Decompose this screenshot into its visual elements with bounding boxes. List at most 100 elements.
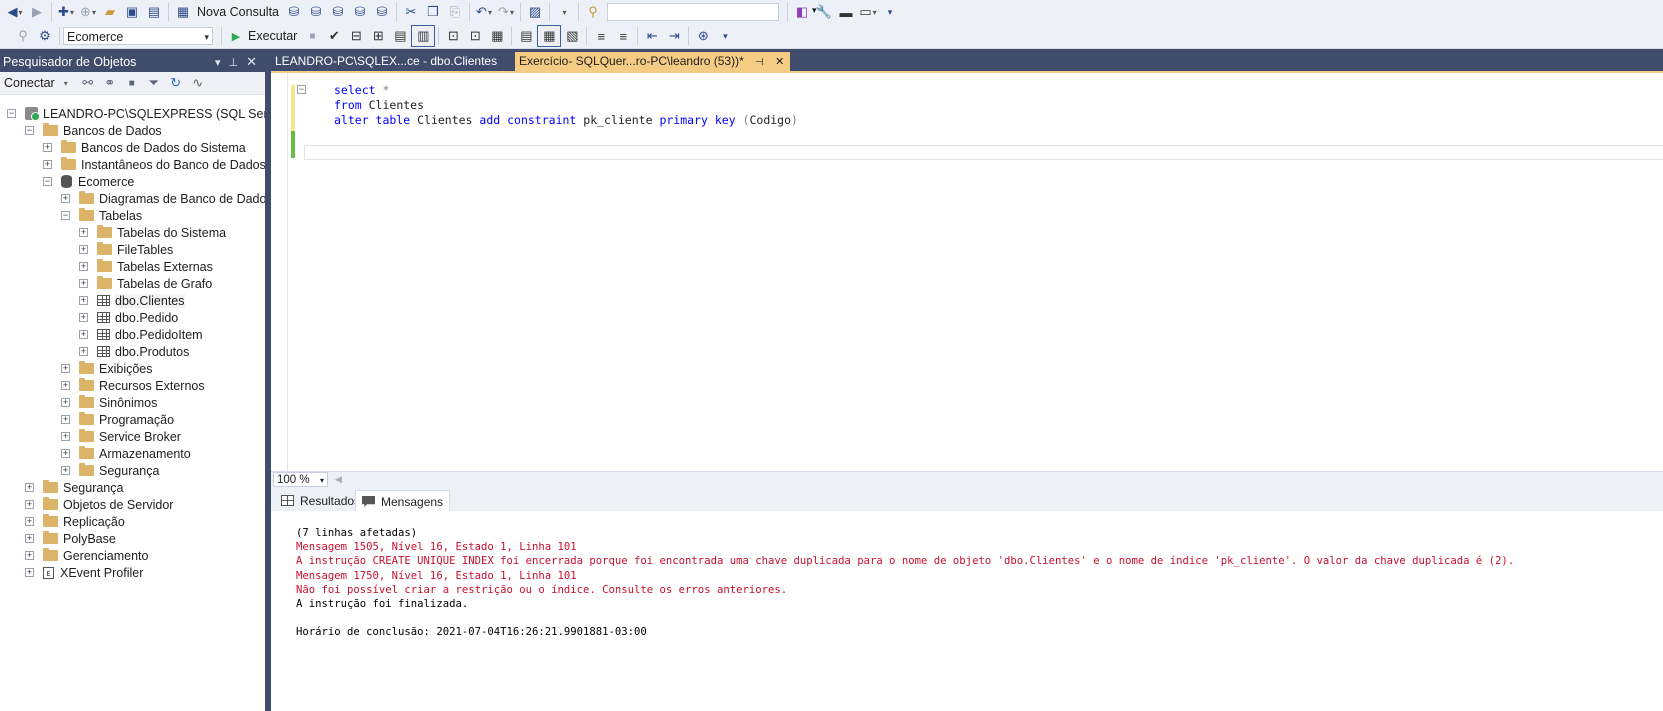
copy-icon[interactable]: ❐: [422, 2, 444, 22]
filter-icon[interactable]: ⏷: [143, 73, 165, 93]
collapse-region-icon[interactable]: −: [297, 85, 306, 94]
results-to-grid-icon[interactable]: ▥: [411, 25, 436, 47]
expand-icon[interactable]: +: [79, 313, 88, 322]
tree-item[interactable]: + Segurança: [61, 462, 159, 479]
add-item-icon[interactable]: ⊕: [77, 2, 99, 22]
stop-icon[interactable]: ■: [301, 26, 323, 46]
pin-icon[interactable]: ⊣: [755, 57, 764, 68]
dmx-query-icon[interactable]: ⛁: [327, 2, 349, 22]
save-all-icon[interactable]: ▤: [143, 2, 165, 22]
expand-icon[interactable]: +: [79, 330, 88, 339]
scroll-left-icon[interactable]: ◀: [335, 474, 342, 485]
tree-item[interactable]: + Objetos de Servidor: [25, 496, 173, 513]
display-plan-icon[interactable]: ⊟: [345, 26, 367, 46]
window-position-icon[interactable]: ▾: [215, 56, 221, 69]
pin-icon[interactable]: ⊥: [229, 56, 239, 69]
search-combobox[interactable]: [607, 3, 779, 21]
expand-icon[interactable]: +: [61, 466, 70, 475]
expand-icon[interactable]: +: [25, 517, 34, 526]
tree-item[interactable]: + Instantâneos do Banco de Dados: [43, 156, 266, 173]
tree-item[interactable]: + Sinônimos: [61, 394, 157, 411]
solution-config-icon[interactable]: [553, 2, 575, 22]
new-project-icon[interactable]: ✚: [55, 2, 77, 22]
expand-icon[interactable]: +: [61, 398, 70, 407]
expand-icon[interactable]: +: [61, 194, 70, 203]
intellisense-icon[interactable]: ⊛: [692, 26, 714, 46]
tree-item[interactable]: − Ecomerce: [43, 173, 134, 190]
database-selector[interactable]: Ecomerce ▾: [63, 27, 213, 45]
indent-icon[interactable]: ⇥: [663, 26, 685, 46]
expand-icon[interactable]: +: [79, 296, 88, 305]
tree-item[interactable]: + Tabelas de Grafo: [79, 275, 212, 292]
expand-icon[interactable]: +: [61, 432, 70, 441]
expand-icon[interactable]: +: [61, 415, 70, 424]
expand-icon[interactable]: +: [25, 483, 34, 492]
close-icon[interactable]: ✕: [246, 54, 257, 70]
expand-icon[interactable]: +: [79, 347, 88, 356]
collapse-icon[interactable]: −: [61, 211, 70, 220]
connect-icon[interactable]: ⚯: [77, 73, 99, 93]
search-dropdown-icon[interactable]: ▾: [812, 5, 817, 16]
tab-query-editor[interactable]: Exercício- SQLQuer...ro-PC\leandro (53))…: [515, 52, 791, 71]
open-file-icon[interactable]: ▰: [99, 2, 121, 22]
xmla-query-icon[interactable]: ⛁: [349, 2, 371, 22]
change-connection-icon[interactable]: ⚙: [34, 26, 56, 46]
close-icon[interactable]: ✕: [775, 56, 784, 68]
stop-icon[interactable]: ■: [121, 73, 143, 93]
toolbar-overflow-icon-2[interactable]: ▾: [714, 26, 736, 46]
connect-icon[interactable]: ⚲: [12, 26, 34, 46]
query-editor[interactable]: − select * from Clientes alter table Clien…: [271, 71, 1663, 473]
uncomment-icon[interactable]: ≡: [612, 26, 634, 46]
expand-icon[interactable]: +: [25, 551, 34, 560]
tree-item[interactable]: + dbo.Clientes: [79, 292, 185, 309]
results-to-text-icon[interactable]: ▤: [389, 26, 411, 46]
database-engine-query-icon[interactable]: ⛁: [283, 2, 305, 22]
forward-icon[interactable]: ▶: [26, 2, 48, 22]
expand-icon[interactable]: +: [79, 262, 88, 271]
include-plan-icon[interactable]: ⊡: [442, 26, 464, 46]
activity-monitor-icon[interactable]: ▨: [524, 2, 546, 22]
command-window-icon[interactable]: ▭: [857, 2, 879, 22]
collapse-icon[interactable]: −: [7, 109, 16, 118]
tree-item[interactable]: + Exibições: [61, 360, 153, 377]
expand-icon[interactable]: +: [79, 228, 88, 237]
tree-item[interactable]: + Programação: [61, 411, 174, 428]
back-icon[interactable]: ◀: [4, 2, 26, 22]
expand-icon[interactable]: +: [61, 381, 70, 390]
comment-icon[interactable]: ≡: [590, 26, 612, 46]
visual-studio-icon[interactable]: ◧: [791, 2, 813, 22]
connect-button[interactable]: Conectar: [4, 76, 55, 90]
mdx-query-icon[interactable]: ⛁: [305, 2, 327, 22]
refresh-icon[interactable]: ↻: [165, 73, 187, 93]
tree-item[interactable]: + FileTables: [79, 241, 173, 258]
expand-icon[interactable]: +: [61, 449, 70, 458]
find-icon[interactable]: ⚲: [582, 2, 604, 22]
parse-icon[interactable]: ✔: [323, 26, 345, 46]
live-statistics-icon[interactable]: ⊡: [464, 26, 486, 46]
undo-icon[interactable]: ↶: [473, 2, 495, 22]
new-query-icon[interactable]: ▦: [172, 2, 194, 22]
tree-item[interactable]: + Gerenciamento: [25, 547, 148, 564]
tree-item[interactable]: + Tabelas do Sistema: [79, 224, 226, 241]
expand-icon[interactable]: +: [43, 143, 52, 152]
tree-item[interactable]: + Bancos de Dados do Sistema: [43, 139, 246, 156]
tree-item[interactable]: − Tabelas: [61, 207, 142, 224]
tree-item[interactable]: + dbo.Produtos: [79, 343, 189, 360]
activity-icon[interactable]: ∿: [187, 73, 209, 93]
expand-icon[interactable]: +: [25, 500, 34, 509]
results-file-icon[interactable]: ▧: [561, 26, 583, 46]
new-query-button[interactable]: Nova Consulta: [197, 5, 279, 19]
query-designer-icon[interactable]: ⊞: [367, 26, 389, 46]
expand-icon[interactable]: +: [79, 245, 88, 254]
tree-item[interactable]: + Diagramas de Banco de Dados: [61, 190, 273, 207]
execute-icon[interactable]: ▶: [225, 26, 247, 46]
tree-item[interactable]: − Bancos de Dados: [25, 122, 162, 139]
tree-item[interactable]: + dbo.Pedido: [79, 309, 178, 326]
zoom-selector[interactable]: 100 % ▾: [273, 472, 328, 487]
expand-icon[interactable]: +: [79, 279, 88, 288]
tree-item[interactable]: + Tabelas Externas: [79, 258, 213, 275]
redo-icon[interactable]: ↷: [495, 2, 517, 22]
paste-icon[interactable]: ⎘: [444, 2, 466, 22]
results-text-icon[interactable]: ▤: [515, 26, 537, 46]
save-icon[interactable]: ▣: [121, 2, 143, 22]
